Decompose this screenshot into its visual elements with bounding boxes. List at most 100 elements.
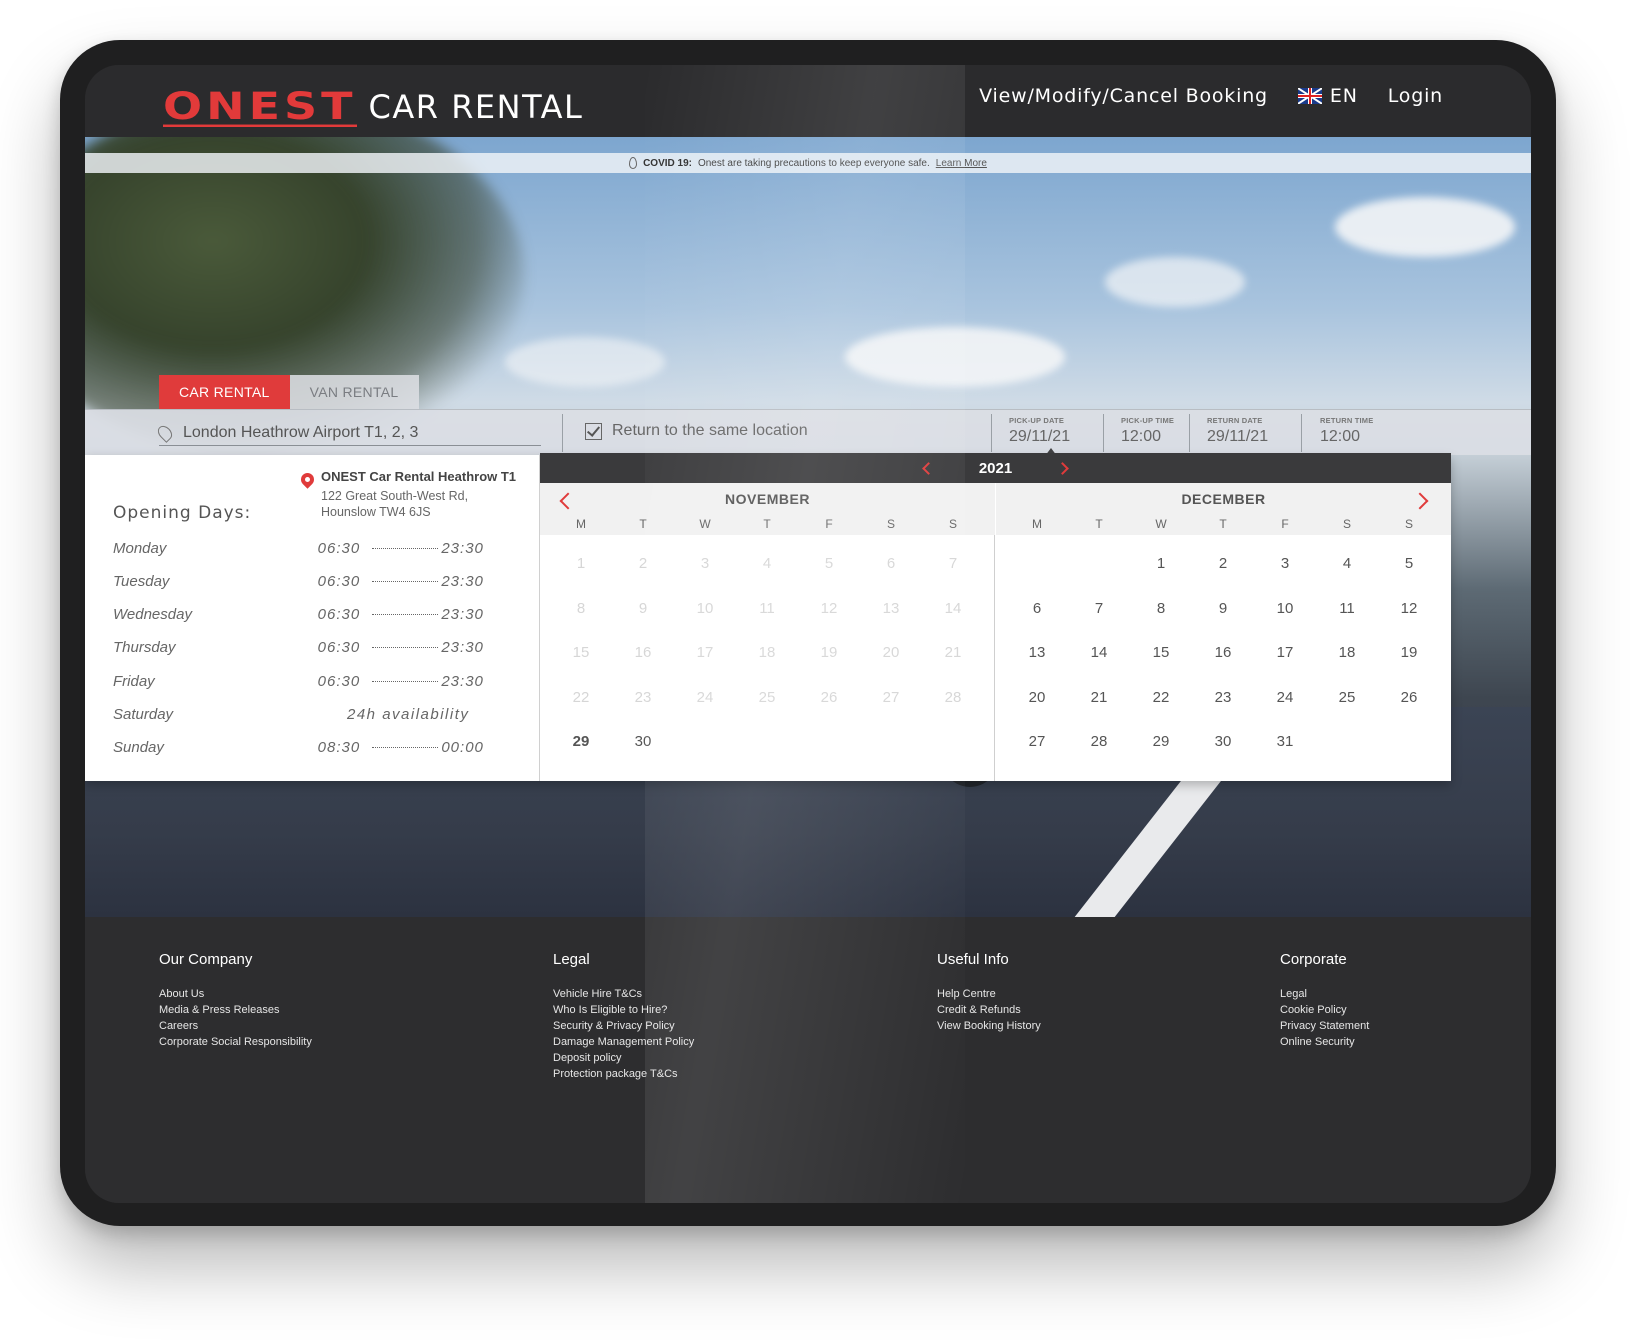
- same-location-toggle[interactable]: Return to the same location: [585, 422, 808, 440]
- return-time-field[interactable]: RETURN TIME 12:00: [1320, 416, 1373, 446]
- day-cell[interactable]: 27: [1006, 727, 1068, 772]
- day-cell[interactable]: 10: [1254, 594, 1316, 639]
- footer-link[interactable]: Credit & Refunds: [937, 1002, 1041, 1018]
- footer-link[interactable]: Protection package T&Cs: [553, 1066, 694, 1082]
- footer-link[interactable]: Media & Press Releases: [159, 1002, 312, 1018]
- day-cell[interactable]: 9: [1192, 594, 1254, 639]
- opening-day-row: Tuesday 06:30 23:30: [113, 570, 493, 592]
- next-year-arrow-icon[interactable]: [1056, 461, 1070, 475]
- day-cell[interactable]: 30: [1192, 727, 1254, 772]
- footer-link[interactable]: Corporate Social Responsibility: [159, 1034, 312, 1050]
- day-name: Monday: [113, 539, 167, 557]
- footer-link[interactable]: Damage Management Policy: [553, 1034, 694, 1050]
- footer-link[interactable]: Vehicle Hire T&Cs: [553, 986, 694, 1002]
- pickup-time-field[interactable]: PICK-UP TIME 12:00: [1121, 416, 1174, 446]
- footer-link[interactable]: Security & Privacy Policy: [553, 1018, 694, 1034]
- month-november: NOVEMBER M T W T F S S 1 2 3 4 5 6 7 8 9 10 11 12 13 14 15 16 17…: [540, 483, 995, 781]
- open-time: 06:30: [317, 606, 361, 624]
- learn-more-link[interactable]: Learn More: [936, 158, 987, 169]
- day-cell: 9: [638, 599, 648, 617]
- prev-year-arrow-icon[interactable]: [921, 461, 935, 475]
- day-cell[interactable]: 28: [1068, 727, 1130, 772]
- login-link[interactable]: Login: [1388, 85, 1443, 107]
- tab-van-rental[interactable]: VAN RENTAL: [289, 375, 419, 409]
- footer-link[interactable]: About Us: [159, 986, 312, 1002]
- month-name: NOVEMBER: [725, 491, 810, 507]
- day-cell: 11: [759, 599, 775, 617]
- return-time-label: RETURN TIME: [1320, 416, 1374, 425]
- day-cell[interactable]: 18: [1316, 638, 1378, 683]
- day-cell[interactable]: 19: [1378, 638, 1440, 683]
- close-time: 00:00: [441, 739, 484, 757]
- language-selector[interactable]: EN: [1297, 85, 1358, 107]
- day-cell[interactable]: 8: [1130, 594, 1192, 639]
- footer-link[interactable]: Help Centre: [937, 986, 1041, 1002]
- brand-logo[interactable]: ONEST CAR RENTAL: [163, 75, 583, 127]
- day-cell: 15: [572, 644, 590, 661]
- location-pin-icon: [155, 422, 175, 443]
- day-cell[interactable]: 3: [1254, 549, 1316, 594]
- date-picker-panel: ONEST Car Rental Heathrow T1 122 Great S…: [85, 453, 1451, 781]
- day-cell: 1: [576, 555, 586, 572]
- day-cell[interactable]: 15: [1130, 638, 1192, 683]
- day-cell[interactable]: 26: [1378, 683, 1440, 728]
- divider: [1103, 414, 1104, 452]
- day-cell: 3: [700, 555, 710, 572]
- pickup-time-label: PICK-UP TIME: [1121, 416, 1175, 425]
- same-location-checkbox[interactable]: [585, 422, 602, 440]
- day-cell[interactable]: 30: [612, 727, 674, 772]
- day-name: Sunday: [113, 739, 164, 757]
- footer-link[interactable]: View Booking History: [937, 1018, 1041, 1034]
- dotted-separator: [372, 647, 439, 649]
- footer-link[interactable]: Online Security: [1280, 1034, 1369, 1050]
- day-cell[interactable]: 11: [1316, 594, 1378, 639]
- pickup-location-input[interactable]: London Heathrow Airport T1, 2, 3: [155, 420, 541, 446]
- pickup-time-value: 12:00: [1121, 428, 1162, 445]
- opening-day-row: Friday 06:30 23:30: [113, 670, 493, 692]
- day-cell: 7: [948, 555, 958, 572]
- footer-link[interactable]: Legal: [1280, 986, 1369, 1002]
- day-cell: 4: [762, 555, 772, 572]
- day-cell[interactable]: 20: [1006, 683, 1068, 728]
- day-name: Friday: [113, 672, 155, 690]
- day-cell: 27: [882, 688, 900, 706]
- day-cell[interactable]: 17: [1254, 638, 1316, 683]
- footer-link[interactable]: Cookie Policy: [1280, 1002, 1369, 1018]
- opening-day-row: Wednesday 06:30 23:30: [113, 604, 493, 626]
- dotted-separator: [372, 580, 439, 582]
- day-cell: 20: [882, 644, 900, 661]
- close-time: 23:30: [441, 572, 484, 590]
- covid-text: Onest are taking precautions to keep eve…: [697, 157, 930, 169]
- footer-link[interactable]: Privacy Statement: [1280, 1018, 1369, 1034]
- day-cell[interactable]: 14: [1068, 638, 1130, 683]
- tab-car-rental[interactable]: CAR RENTAL: [159, 375, 290, 409]
- pickup-date-field[interactable]: PICK-UP DATE 29/11/21: [1009, 416, 1070, 446]
- day-cell[interactable]: 29: [550, 727, 612, 772]
- footer-link[interactable]: Who Is Eligible to Hire?: [553, 1002, 694, 1018]
- return-date-field[interactable]: RETURN DATE 29/11/21: [1207, 416, 1268, 446]
- open-time: 06:30: [317, 639, 361, 657]
- footer-link[interactable]: Careers: [159, 1018, 312, 1034]
- day-cell[interactable]: 7: [1068, 594, 1130, 639]
- day-cell[interactable]: 22: [1130, 683, 1192, 728]
- day-cell[interactable]: 6: [1006, 594, 1068, 639]
- footer-column-title: Useful Info: [937, 951, 1009, 968]
- month-header: NOVEMBER M T W T F S S: [540, 483, 995, 535]
- day-cell[interactable]: 24: [1254, 683, 1316, 728]
- day-cell[interactable]: 5: [1378, 549, 1440, 594]
- day-cell[interactable]: 25: [1316, 683, 1378, 728]
- day-cell[interactable]: 13: [1006, 638, 1068, 683]
- day-cell[interactable]: 16: [1192, 638, 1254, 683]
- day-cell[interactable]: 2: [1192, 549, 1254, 594]
- day-cell[interactable]: 4: [1316, 549, 1378, 594]
- day-cell[interactable]: 21: [1068, 683, 1130, 728]
- footer-link[interactable]: Deposit policy: [553, 1050, 694, 1066]
- day-cell[interactable]: 31: [1254, 727, 1316, 772]
- weekday-label: M: [576, 517, 586, 531]
- day-cell[interactable]: 29: [1130, 727, 1192, 772]
- day-cell[interactable]: 1: [1130, 549, 1192, 594]
- day-cell[interactable]: 12: [1378, 594, 1440, 639]
- day-cell[interactable]: 23: [1192, 683, 1254, 728]
- app-screen: ONEST CAR RENTAL View/Modify/Cancel Book…: [85, 65, 1531, 1203]
- manage-booking-link[interactable]: View/Modify/Cancel Booking: [979, 85, 1268, 107]
